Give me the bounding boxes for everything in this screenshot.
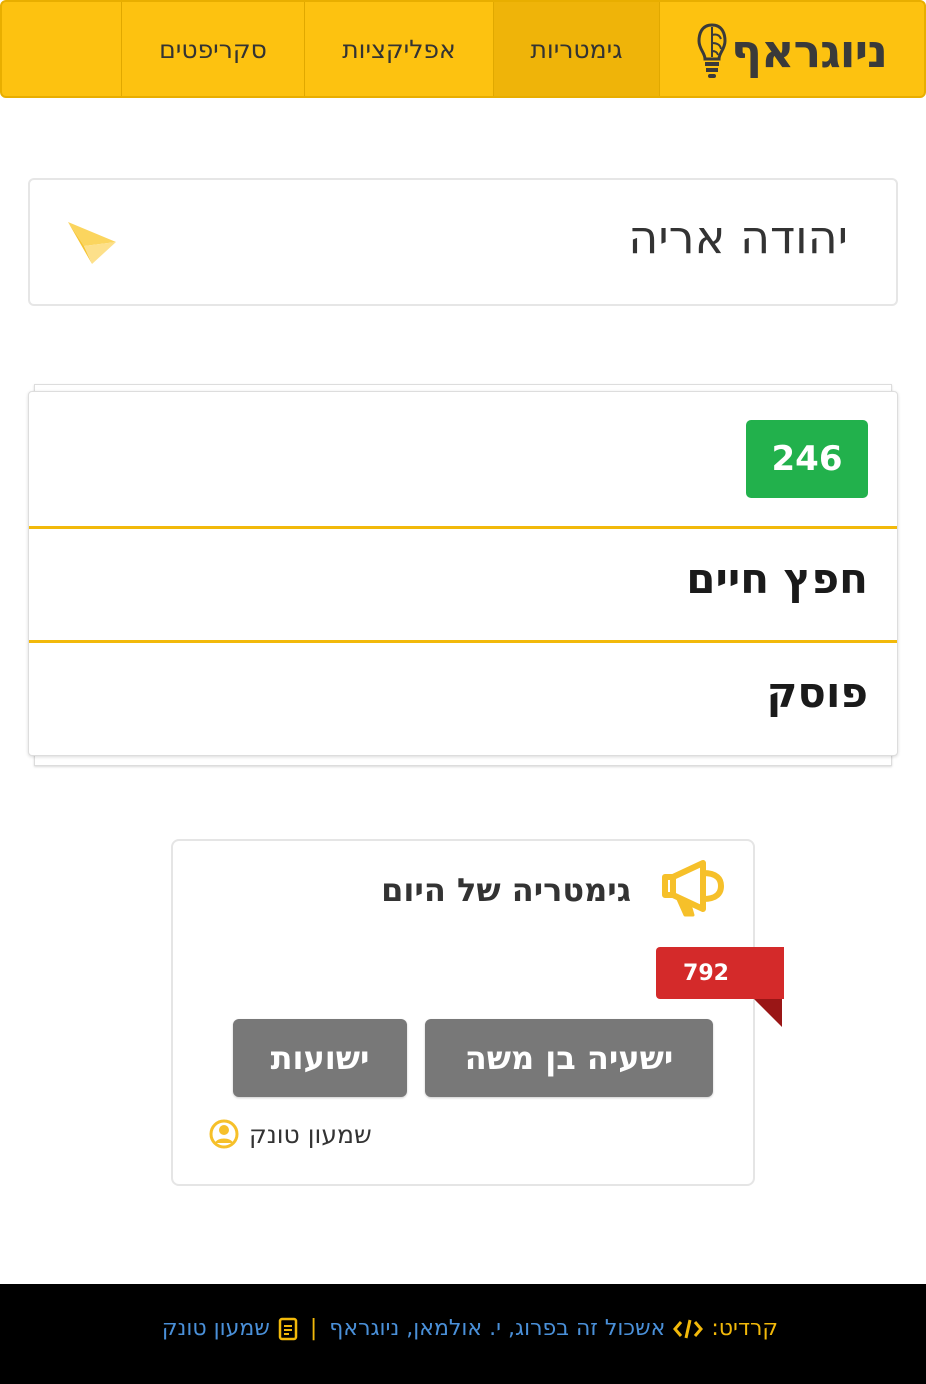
- credit-names-link[interactable]: אשכול זה בפרוג, י. אולמאן, ניוגראף: [329, 1316, 665, 1341]
- daily-author[interactable]: שמעון טונק: [209, 1119, 372, 1149]
- user-circle-icon: [209, 1119, 239, 1149]
- result-card: 246 חפץ חיים פוסק: [28, 384, 898, 766]
- divider: [29, 526, 897, 529]
- search-box[interactable]: יהודה אריה: [28, 178, 898, 306]
- code-icon: [673, 1319, 704, 1338]
- top-navbar: ניוגראף גימטריות אפליקציות סקריפטים: [0, 0, 926, 98]
- daily-word-button[interactable]: ישועות: [233, 1019, 407, 1097]
- author-name: שמעון טונק: [249, 1119, 372, 1149]
- search-input[interactable]: יהודה אריה: [628, 210, 848, 264]
- footer-credits: קרדיט: אשכול זה בפרוג, י. אולמאן, ניוגרא…: [162, 1316, 778, 1341]
- footer: קרדיט: אשכול זה בפרוג, י. אולמאן, ניוגרא…: [0, 1284, 926, 1384]
- nav-scripts[interactable]: סקריפטים: [122, 2, 305, 96]
- paper-plane-icon[interactable]: [66, 216, 118, 268]
- result-word[interactable]: חפץ חיים: [686, 554, 868, 603]
- nav-empty-cell: [2, 2, 122, 96]
- divider: [29, 640, 897, 643]
- result-paper: 246 חפץ חיים פוסק: [28, 391, 898, 756]
- credit-label: קרדיט:: [711, 1316, 778, 1341]
- lightbulb-brain-icon: [697, 23, 727, 78]
- ribbon-fold: [754, 999, 782, 1027]
- daily-title: גימטריה של היום: [381, 871, 631, 909]
- megaphone-icon: [662, 860, 725, 917]
- footer-separator: |: [309, 1316, 318, 1341]
- daily-word-button[interactable]: ישעיה בן משה: [425, 1019, 713, 1097]
- nav-apps[interactable]: אפליקציות: [305, 2, 494, 96]
- brand-name: ניוגראף: [731, 24, 888, 78]
- document-icon: [278, 1317, 298, 1340]
- gematria-value-badge: 246: [746, 420, 868, 498]
- result-word[interactable]: פוסק: [766, 668, 868, 717]
- daily-gematria-card: גימטריה של היום 792 ישעיה בן משה ישועות …: [171, 839, 784, 1186]
- brand-logo[interactable]: ניוגראף: [660, 2, 924, 96]
- footer-author-link[interactable]: שמעון טונק: [162, 1316, 270, 1341]
- daily-value-ribbon: 792: [656, 947, 784, 999]
- nav-gematria[interactable]: גימטריות: [494, 2, 660, 96]
